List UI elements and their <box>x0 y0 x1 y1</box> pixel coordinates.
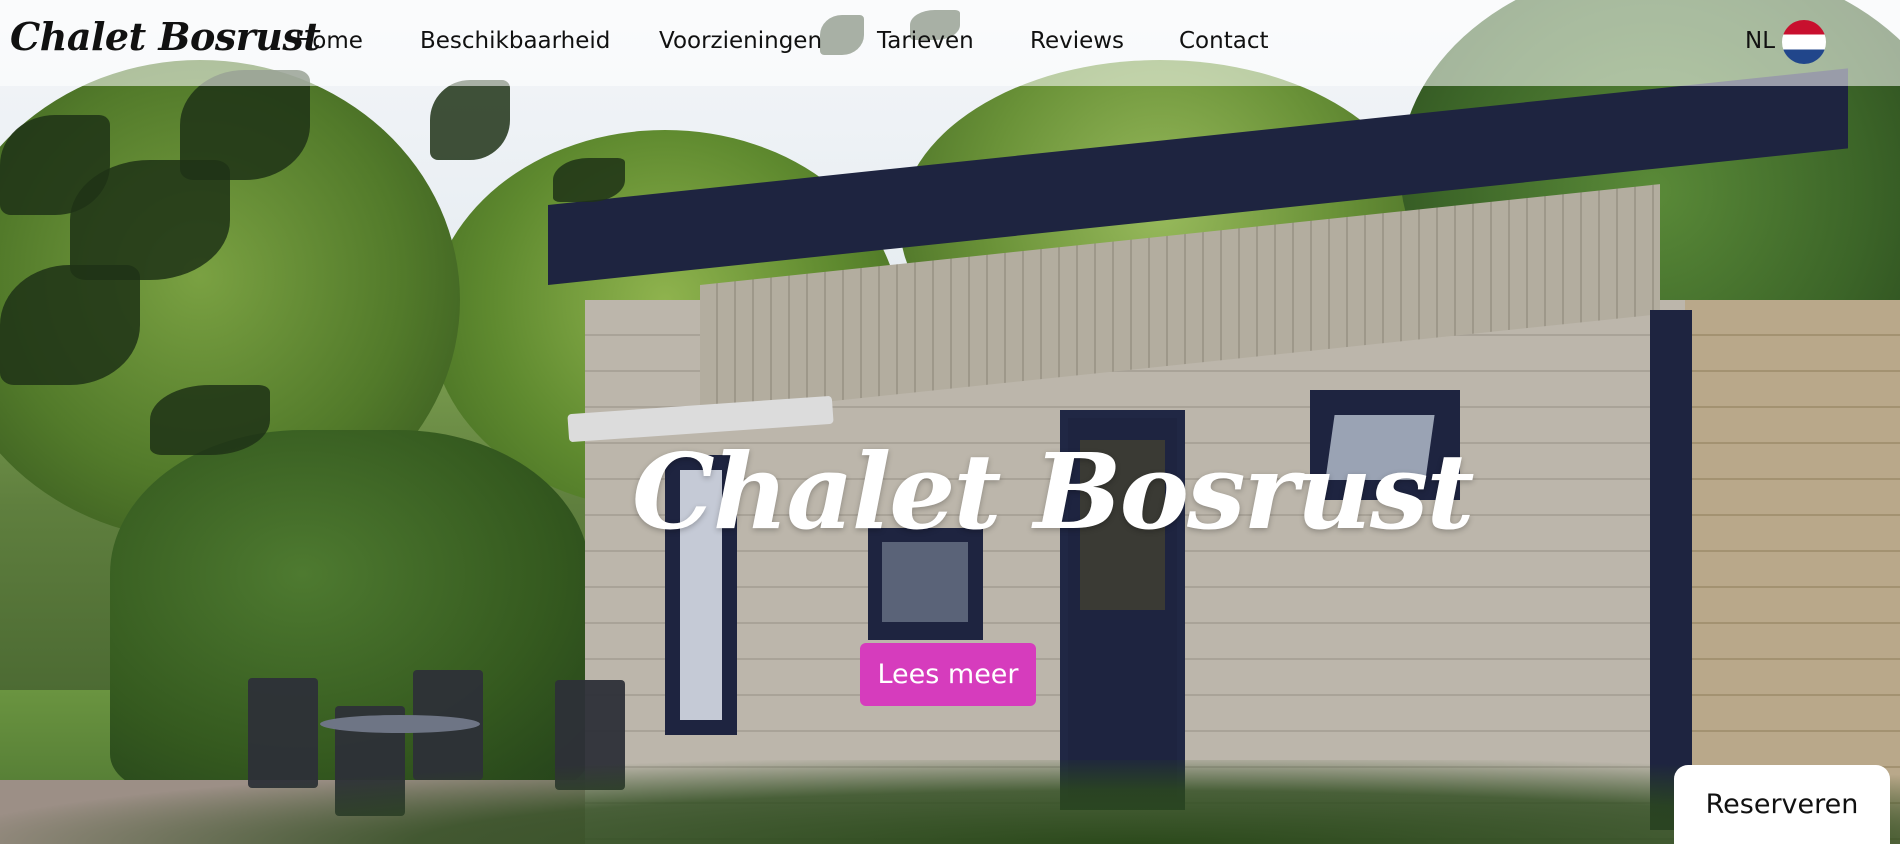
reserveren-button[interactable]: Reserveren <box>1674 765 1890 844</box>
garden-table <box>320 715 480 733</box>
nav-item-beschikbaarheid[interactable]: Beschikbaarheid <box>420 28 610 54</box>
netherlands-flag-icon[interactable] <box>1782 20 1826 64</box>
chalet-corner <box>1650 310 1692 830</box>
lees-meer-button[interactable]: Lees meer <box>860 643 1036 706</box>
nav-item-tarieven[interactable]: Tarieven <box>877 28 974 54</box>
chalet-window-glass <box>882 542 968 622</box>
leaf <box>553 158 625 202</box>
hero-section: Chalet Bosrust Home Beschikbaarheid Voor… <box>0 0 1900 844</box>
foreground-foliage <box>0 760 1900 844</box>
main-nav: Home Beschikbaarheid Voorzieningen Tarie… <box>0 0 1300 86</box>
hero-title: Chalet Bosrust <box>632 430 1475 553</box>
leaf <box>430 80 510 160</box>
nav-item-reviews[interactable]: Reviews <box>1030 28 1124 54</box>
nav-item-home[interactable]: Home <box>295 28 363 54</box>
nav-item-contact[interactable]: Contact <box>1179 28 1268 54</box>
nav-item-voorzieningen[interactable]: Voorzieningen <box>659 28 822 54</box>
leaf <box>150 385 270 455</box>
site-header: Chalet Bosrust Home Beschikbaarheid Voor… <box>0 0 1900 86</box>
leaf <box>0 265 140 385</box>
language-selector[interactable]: NL <box>1745 28 1775 54</box>
leaf <box>70 160 230 280</box>
